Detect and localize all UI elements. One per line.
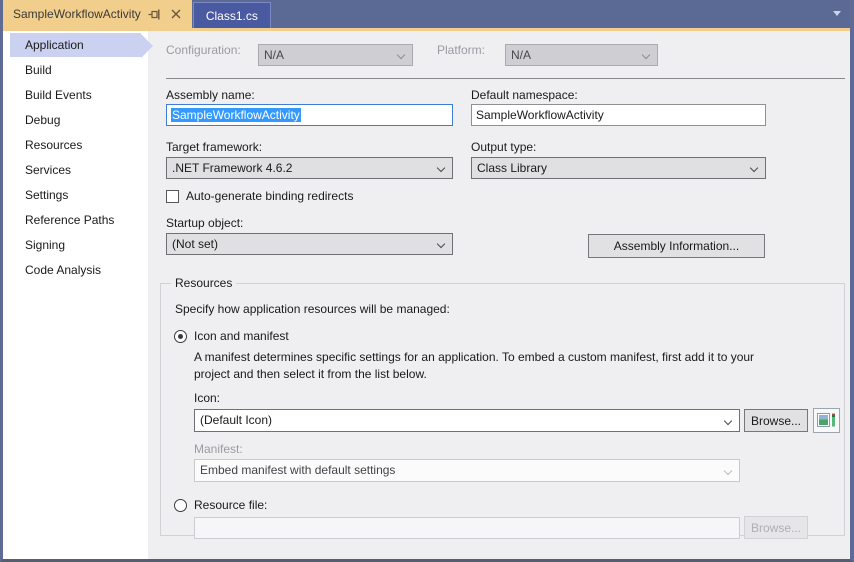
output-type-select[interactable]: Class Library [471, 157, 766, 179]
close-icon[interactable] [169, 7, 183, 21]
tab-sampleworkflowactivity[interactable]: SampleWorkflowActivity [3, 0, 192, 28]
sidebar-item-debug[interactable]: Debug [3, 108, 148, 133]
button-label: Browse... [751, 414, 801, 428]
platform-select: N/A [505, 44, 658, 66]
sidebar-item-label: Services [25, 163, 71, 177]
sidebar-item-signing[interactable]: Signing [3, 233, 148, 258]
group-title: Resources [171, 276, 236, 290]
manifest-select: Embed manifest with default settings [194, 459, 740, 482]
sidebar-item-build[interactable]: Build [3, 58, 148, 83]
assembly-information-button[interactable]: Assembly Information... [588, 234, 765, 258]
field-value: SampleWorkflowActivity [476, 108, 604, 122]
icon-and-manifest-radio[interactable] [174, 330, 187, 343]
sidebar-item-label: Code Analysis [25, 263, 101, 277]
chevron-down-icon [724, 417, 732, 425]
sidebar-item-application[interactable]: Application [3, 33, 148, 58]
sidebar-item-label: Application [25, 38, 84, 52]
chevron-down-icon [642, 51, 650, 59]
icon-value: (Default Icon) [200, 413, 272, 427]
chevron-down-icon [397, 51, 405, 59]
chevron-down-icon [724, 467, 732, 475]
default-namespace-label: Default namespace: [471, 88, 578, 102]
pin-icon[interactable] [148, 7, 162, 21]
chevron-down-icon [437, 164, 445, 172]
icon-label: Icon: [194, 391, 220, 405]
manifest-description: A manifest determines specific settings … [194, 349, 774, 383]
auto-generate-binding-redirects-label: Auto-generate binding redirects [186, 189, 353, 203]
sidebar-item-settings[interactable]: Settings [3, 183, 148, 208]
startup-object-select[interactable]: (Not set) [166, 233, 453, 255]
button-label: Assembly Information... [614, 239, 739, 253]
sidebar-item-label: Reference Paths [25, 213, 114, 227]
sidebar-item-resources[interactable]: Resources [3, 133, 148, 158]
settings-nav: Application Build Build Events Debug Res… [3, 31, 148, 559]
resource-file-label: Resource file: [194, 498, 267, 512]
startup-object-label: Startup object: [166, 216, 243, 230]
sidebar-item-reference-paths[interactable]: Reference Paths [3, 208, 148, 233]
resource-file-browse-button: Browse... [744, 516, 808, 539]
resource-file-input [194, 517, 740, 539]
output-type-label: Output type: [471, 140, 536, 154]
configuration-label: Configuration: [166, 43, 241, 57]
resource-file-radio[interactable] [174, 499, 187, 512]
startup-object-value: (Not set) [172, 237, 218, 251]
manifest-value: Embed manifest with default settings [200, 463, 395, 477]
output-type-value: Class Library [477, 161, 547, 175]
sidebar-item-label: Build Events [25, 88, 92, 102]
document-tab-strip: SampleWorkflowActivity Class1.cs [3, 0, 850, 28]
target-framework-value: .NET Framework 4.6.2 [172, 161, 292, 175]
platform-label: Platform: [437, 43, 485, 57]
configuration-value: N/A [264, 48, 284, 62]
application-page: Configuration: N/A Platform: N/A Assembl… [148, 31, 850, 559]
assembly-name-input[interactable]: SampleWorkflowActivity [166, 104, 453, 126]
platform-value: N/A [511, 48, 531, 62]
sidebar-item-code-analysis[interactable]: Code Analysis [3, 258, 148, 283]
manifest-label: Manifest: [194, 442, 243, 456]
sidebar-item-build-events[interactable]: Build Events [3, 83, 148, 108]
chevron-down-icon [437, 240, 445, 248]
sidebar-item-services[interactable]: Services [3, 158, 148, 183]
target-framework-label: Target framework: [166, 140, 262, 154]
icon-select[interactable]: (Default Icon) [194, 409, 740, 432]
tab-label: SampleWorkflowActivity [13, 7, 141, 21]
sidebar-item-label: Resources [25, 138, 82, 152]
project-properties-window: SampleWorkflowActivity Class1.cs Applica… [0, 0, 854, 562]
icon-preview-button[interactable] [813, 408, 840, 433]
sidebar-item-label: Debug [25, 113, 60, 127]
sidebar-item-label: Build [25, 63, 52, 77]
configuration-select: N/A [258, 44, 413, 66]
icon-browse-button[interactable]: Browse... [744, 409, 808, 432]
chevron-down-icon [750, 164, 758, 172]
auto-generate-binding-redirects-checkbox[interactable] [166, 190, 179, 203]
resources-intro-text: Specify how application resources will b… [175, 302, 450, 316]
target-framework-select[interactable]: .NET Framework 4.6.2 [166, 157, 453, 179]
assembly-name-label: Assembly name: [166, 88, 255, 102]
sidebar-item-label: Signing [25, 238, 65, 252]
tab-overflow-caret-icon[interactable] [833, 11, 841, 16]
default-namespace-input[interactable]: SampleWorkflowActivity [471, 104, 766, 126]
tab-label: Class1.cs [206, 9, 258, 23]
tab-class1[interactable]: Class1.cs [193, 2, 271, 28]
button-label: Browse... [751, 521, 801, 535]
selected-text: SampleWorkflowActivity [171, 108, 301, 122]
divider [166, 78, 845, 79]
sidebar-item-label: Settings [25, 188, 68, 202]
icon-and-manifest-label: Icon and manifest [194, 329, 289, 343]
default-icon-thumbnail [817, 413, 836, 428]
resources-group: Resources Specify how application resour… [160, 283, 845, 536]
